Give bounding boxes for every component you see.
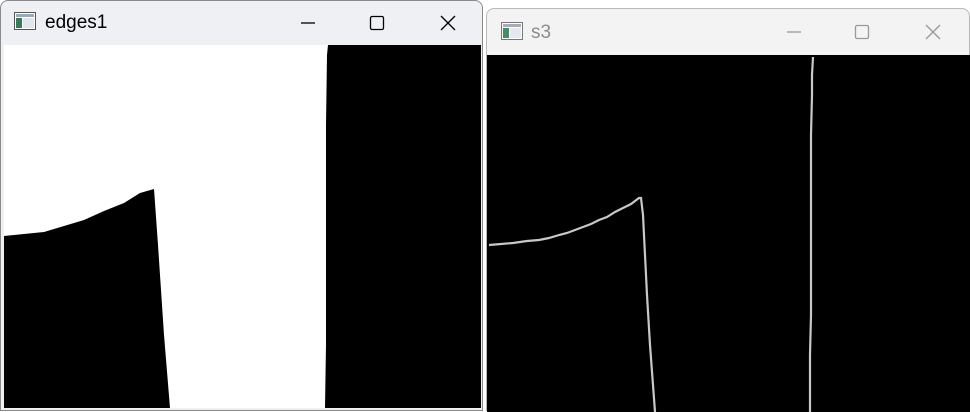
window-title: s3 (531, 22, 552, 43)
close-button[interactable] (911, 16, 955, 48)
image-canvas-s3 (487, 55, 970, 412)
window-edges1[interactable]: edges1 (0, 0, 483, 411)
maximize-icon (369, 15, 385, 31)
edges-binary-image (4, 45, 481, 408)
minimize-button[interactable] (286, 7, 330, 39)
maximize-button[interactable] (840, 16, 884, 48)
maximize-button[interactable] (355, 7, 399, 39)
close-button[interactable] (426, 7, 470, 39)
contour-edge-image (487, 55, 970, 412)
close-icon (440, 15, 456, 31)
minimize-button[interactable] (772, 16, 816, 48)
app-window-icon (14, 12, 36, 30)
app-window-icon (501, 22, 523, 40)
image-canvas-edges1 (4, 45, 481, 408)
title-bar[interactable]: edges1 (1, 1, 482, 45)
close-icon (925, 24, 941, 40)
window-title: edges1 (45, 12, 108, 33)
window-s3[interactable]: s3 (486, 8, 970, 412)
title-bar[interactable]: s3 (487, 9, 969, 55)
maximize-icon (854, 24, 870, 40)
